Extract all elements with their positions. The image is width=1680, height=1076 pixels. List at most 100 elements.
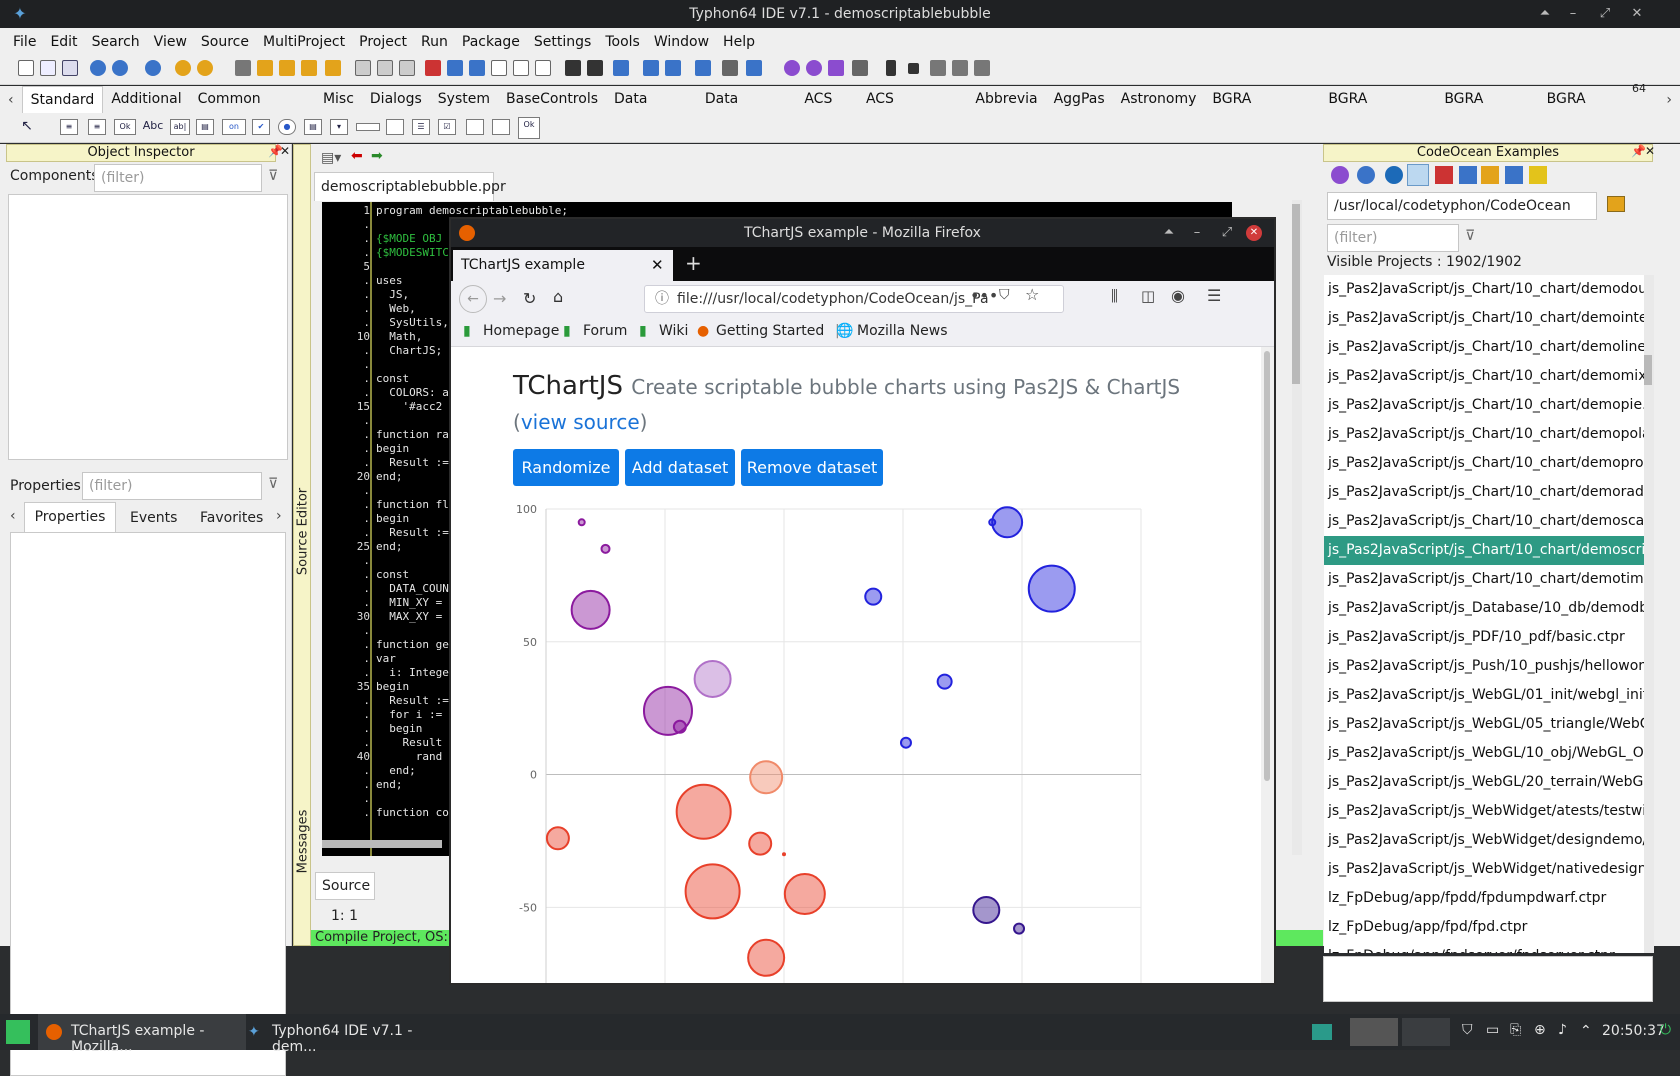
palette-tab[interactable]: BGRA Controls 2: [1320, 86, 1436, 134]
palette-tab[interactable]: Common Controls: [190, 86, 315, 134]
project-list-item[interactable]: js_Pas2JavaScript/js_Chart/10_chart/demo…: [1324, 362, 1644, 391]
minimize-icon[interactable]: –: [1563, 4, 1583, 24]
menu-file[interactable]: File: [6, 34, 43, 50]
account-icon[interactable]: ◉: [1171, 286, 1185, 305]
forward-button-icon[interactable]: →: [493, 289, 506, 308]
debug-icon[interactable]: [565, 60, 581, 76]
browse-folder-icon[interactable]: [1607, 196, 1625, 212]
clear-filter-icon[interactable]: ⊽: [268, 168, 278, 184]
stop-icon[interactable]: [908, 63, 919, 74]
bookmark-forum[interactable]: Forum: [583, 323, 627, 339]
back-icon[interactable]: ⬅: [351, 148, 363, 164]
desktop-icon[interactable]: [1312, 1024, 1332, 1040]
window-icon[interactable]: [665, 60, 681, 76]
step-into-icon[interactable]: [930, 60, 946, 76]
package-install-icon[interactable]: [301, 60, 317, 76]
find-icon[interactable]: [145, 60, 161, 76]
source-tab[interactable]: Source: [315, 872, 375, 900]
project-new-icon[interactable]: [175, 60, 191, 76]
notifications-icon[interactable]: ▭: [1486, 1022, 1499, 1038]
pointer-icon[interactable]: ↖: [18, 119, 36, 135]
palette-tab[interactable]: Misc: [315, 86, 362, 113]
palette-tab[interactable]: BGRA Controls 1: [1204, 86, 1320, 134]
tag-icon[interactable]: [1529, 166, 1547, 184]
tab-close-icon[interactable]: ✕: [651, 250, 664, 281]
pager-empty[interactable]: [1402, 1018, 1450, 1046]
sidebar-icon[interactable]: ◫: [1141, 287, 1155, 305]
step-over-icon[interactable]: [952, 60, 968, 76]
listbox-icon[interactable]: ▤: [304, 119, 322, 135]
palette-tab[interactable]: Abbrevia: [967, 86, 1045, 113]
groupbox-icon[interactable]: [386, 119, 404, 135]
step-icon[interactable]: [852, 60, 868, 76]
page-actions-icon[interactable]: •••: [970, 286, 998, 305]
project-list-item[interactable]: js_Pas2JavaScript/js_Chart/10_chart/demo…: [1324, 565, 1644, 594]
pause-icon[interactable]: [886, 60, 896, 76]
menu-hamburger-icon[interactable]: ☰: [1207, 286, 1221, 305]
codeocean-pin-icon[interactable]: 📌: [1631, 144, 1646, 158]
ff-minimize-icon[interactable]: –: [1187, 223, 1207, 243]
randomize-button[interactable]: Randomize: [513, 449, 619, 486]
project-list-item[interactable]: js_Pas2JavaScript/js_WebGL/01_init/webgl…: [1324, 681, 1644, 710]
save-all-icon[interactable]: [377, 60, 393, 76]
project-list-item[interactable]: js_Pas2JavaScript/js_WebWidget/designdem…: [1324, 826, 1644, 855]
group-icon[interactable]: [1505, 166, 1523, 184]
project-list-item[interactable]: js_Pas2JavaScript/js_Chart/10_chart/demo…: [1324, 333, 1644, 362]
project-list-vscroll[interactable]: [1644, 275, 1654, 953]
run-project-icon[interactable]: [1407, 164, 1429, 186]
refresh-icon[interactable]: [1331, 166, 1349, 184]
copy-icon[interactable]: [399, 60, 415, 76]
palette-tab[interactable]: BaseControls: [498, 86, 606, 113]
tab-favorites[interactable]: Favorites: [200, 510, 263, 526]
menu-project[interactable]: Project: [352, 34, 414, 50]
popupmenu-icon[interactable]: ≡: [88, 119, 106, 135]
library-icon[interactable]: ⫼: [1111, 287, 1118, 305]
update-icon[interactable]: ⊕: [1534, 1022, 1546, 1038]
package-icon[interactable]: [257, 60, 273, 76]
ff-keep-above-icon[interactable]: ⏶: [1159, 223, 1179, 243]
deploy-icon[interactable]: [469, 60, 485, 76]
run-icon[interactable]: [828, 60, 844, 76]
scissors-icon[interactable]: [722, 60, 738, 76]
button-icon[interactable]: Ok: [114, 119, 136, 135]
bookmark-wiki[interactable]: Wiki: [659, 323, 688, 339]
panel-icon[interactable]: [466, 119, 484, 135]
project-list-item[interactable]: js_Pas2JavaScript/js_WebGL/20_terrain/We…: [1324, 768, 1644, 797]
tab-events[interactable]: Events: [130, 510, 177, 526]
inspect-icon[interactable]: [587, 60, 603, 76]
project-list-item[interactable]: js_Pas2JavaScript/js_WebGL/05_triangle/W…: [1324, 710, 1644, 739]
remove-dataset-button[interactable]: Remove dataset: [741, 449, 883, 486]
codeocean-path-input[interactable]: /usr/local/codetyphon/CodeOcean: [1327, 192, 1597, 220]
project-list-item[interactable]: js_Pas2JavaScript/js_Chart/10_chart/demo…: [1324, 507, 1644, 536]
forms-icon[interactable]: [513, 60, 529, 76]
view-icon[interactable]: [613, 60, 629, 76]
menu-settings[interactable]: Settings: [527, 34, 598, 50]
menu-run[interactable]: Run: [414, 34, 455, 50]
palette-tab[interactable]: Standard: [21, 86, 104, 113]
clip-icon[interactable]: ⎘: [1510, 1022, 1521, 1038]
radiogroup-icon[interactable]: ☰: [412, 119, 430, 135]
new-tab-icon[interactable]: +: [685, 251, 702, 275]
ff-close-icon[interactable]: ✕: [1246, 225, 1262, 241]
run-tool-icon[interactable]: [325, 60, 341, 76]
menu-package[interactable]: Package: [455, 34, 527, 50]
combobox-icon[interactable]: ▾: [330, 119, 348, 135]
page-vscroll[interactable]: [1261, 347, 1274, 983]
compile-icon[interactable]: [806, 60, 822, 76]
reload-icon[interactable]: ↻: [523, 289, 536, 308]
bookmark-homepage[interactable]: Homepage: [483, 323, 559, 339]
checkbox-icon[interactable]: ✔: [252, 119, 270, 135]
open-project-icon[interactable]: [1357, 166, 1375, 184]
codeocean-filter-input[interactable]: (filter): [1327, 224, 1459, 252]
palette-tab[interactable]: Data Access: [606, 86, 697, 134]
menu-edit[interactable]: Edit: [43, 34, 84, 50]
close-icon[interactable]: ✕: [1627, 4, 1647, 24]
new-form-icon[interactable]: [62, 60, 78, 76]
project-list-item[interactable]: js_Pas2JavaScript/js_Chart/10_chart/demo…: [1324, 449, 1644, 478]
bookmark-getting-started[interactable]: Getting Started: [716, 323, 824, 339]
toggle-icon[interactable]: [535, 60, 551, 76]
panel-close-icon[interactable]: ✕: [280, 144, 290, 158]
project-list-item[interactable]: js_Pas2JavaScript/js_Chart/10_chart/demo…: [1324, 391, 1644, 420]
editor-vscroll[interactable]: [1292, 200, 1302, 855]
components-tree[interactable]: [8, 194, 288, 460]
